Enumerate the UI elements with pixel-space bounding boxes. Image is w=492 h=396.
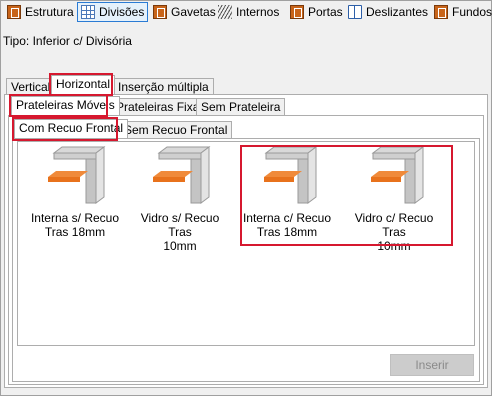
toolbar-tab-gavetas[interactable]: Gavetas [150,2,219,22]
toolbar-tab-internos[interactable]: Internos [215,2,282,22]
item-caption: Vidro c/ Recuo Tras 10mm [344,211,444,253]
shelf-cabinet-icon [153,146,211,204]
toolbar-tab-fundos[interactable]: Fundos [431,2,492,22]
shelf-cabinet-icon [48,146,106,204]
item-caption-line: 10mm [163,239,197,253]
item-caption-line: 10mm [377,239,411,253]
wood-panel-icon [153,5,167,19]
toolbar-tab-label: Deslizantes [366,5,429,19]
item-caption-line: Tras 18mm [256,225,318,239]
book-icon [348,5,362,19]
item-vidro-sem-recuo[interactable]: Vidro s/ Recuo Tras 10mm [130,145,230,253]
wood-panel-icon [7,5,21,19]
item-caption: Interna c/ Recuo Tras 18mm [237,211,337,239]
inserir-button[interactable]: Inserir [390,354,474,376]
main-toolbar: Estrutura Divisões Gavetas Internos Port… [0,0,492,24]
tab-sem-prateleira[interactable]: Sem Prateleira [196,98,286,115]
tab-insercao-multipla[interactable]: Inserção múltipla [113,78,214,95]
toolbar-tab-label: Fundos [452,5,492,19]
item-caption-line: Vidro s/ Recuo Tras [140,211,220,239]
toolbar-tab-label: Internos [236,5,280,19]
grid-icon [81,5,95,19]
item-caption-line: Interna s/ Recuo [30,211,120,225]
toolbar-tab-label: Estrutura [25,5,74,19]
toolbar-tab-estrutura[interactable]: Estrutura [4,2,77,22]
stripes-icon [218,5,232,19]
item-caption-line: Interna c/ Recuo [242,211,332,225]
item-interna-com-recuo[interactable]: Interna c/ Recuo Tras 18mm [237,145,337,239]
tab-vertical[interactable]: Vertical [6,78,56,95]
toolbar-tab-portas[interactable]: Portas [287,2,346,22]
wood-panel-icon [290,5,304,19]
tab-prateleiras-moveis[interactable]: Prateleiras Móveis [11,96,120,115]
toolbar-tab-label: Gavetas [171,5,216,19]
item-caption: Vidro s/ Recuo Tras 10mm [130,211,230,253]
item-vidro-com-recuo[interactable]: Vidro c/ Recuo Tras 10mm [344,145,444,253]
toolbar-tab-deslizantes[interactable]: Deslizantes [345,2,431,22]
toolbar-tab-divisoes[interactable]: Divisões [77,2,149,22]
item-caption-line: Vidro c/ Recuo Tras [354,211,434,239]
shelf-cabinet-icon [371,146,425,204]
item-interna-sem-recuo[interactable]: Interna s/ Recuo Tras 18mm [25,145,125,239]
tipo-label: Tipo: Inferior c/ Divisória [3,34,132,48]
item-caption: Interna s/ Recuo Tras 18mm [25,211,125,239]
tab-com-recuo-frontal[interactable]: Com Recuo Frontal [14,119,129,138]
toolbar-tab-label: Divisões [99,5,145,19]
tab-horizontal[interactable]: Horizontal [51,75,116,94]
shelf-cabinet-icon [264,146,318,204]
tab-sem-recuo-frontal[interactable]: Sem Recuo Frontal [119,121,233,138]
wood-panel-icon [434,5,448,19]
item-caption-line: Tras 18mm [44,225,106,239]
toolbar-tab-label: Portas [308,5,343,19]
